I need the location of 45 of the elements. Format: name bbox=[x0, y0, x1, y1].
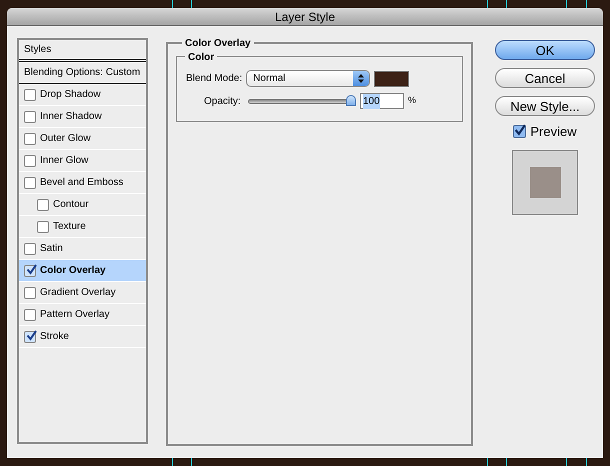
stepper-icon bbox=[353, 71, 370, 86]
check-icon bbox=[26, 264, 37, 274]
list-header: Styles bbox=[24, 43, 52, 57]
checkbox[interactable] bbox=[24, 176, 36, 188]
opacity-slider[interactable] bbox=[248, 95, 356, 107]
style-item[interactable]: Texture bbox=[19, 216, 146, 238]
opacity-label: Opacity: bbox=[204, 94, 242, 108]
dialog-button[interactable]: OK bbox=[495, 40, 595, 60]
style-item[interactable]: Drop Shadow bbox=[19, 84, 146, 106]
checkbox[interactable] bbox=[24, 132, 36, 144]
checkbox[interactable] bbox=[24, 286, 36, 298]
style-item[interactable]: Pattern Overlay bbox=[19, 304, 146, 326]
checkbox[interactable] bbox=[24, 88, 36, 100]
check-icon bbox=[514, 124, 526, 136]
checkbox[interactable] bbox=[24, 330, 36, 342]
dialog-button[interactable]: New Style... bbox=[495, 96, 595, 116]
style-item[interactable]: Bevel and Emboss bbox=[19, 172, 146, 194]
checkbox[interactable] bbox=[24, 110, 36, 122]
style-item[interactable]: Blending Options: Custom bbox=[19, 62, 146, 84]
preview-label: Preview bbox=[530, 123, 577, 141]
style-item[interactable]: Stroke bbox=[19, 326, 146, 348]
blend-mode-label: Blend Mode: bbox=[186, 72, 242, 86]
checkbox[interactable] bbox=[24, 264, 36, 276]
checkbox[interactable] bbox=[37, 198, 49, 210]
window-title: Layer Style bbox=[274, 8, 336, 26]
dialog-button[interactable]: Cancel bbox=[495, 68, 595, 88]
style-item[interactable]: Color Overlay bbox=[19, 260, 146, 282]
checkbox[interactable] bbox=[24, 154, 36, 166]
panel-title: Color Overlay bbox=[182, 36, 254, 51]
opacity-field[interactable]: 100 bbox=[360, 93, 404, 109]
slider-thumb[interactable] bbox=[346, 95, 356, 106]
style-item[interactable]: Gradient Overlay bbox=[19, 282, 146, 304]
checkbox[interactable] bbox=[513, 125, 526, 138]
checkbox[interactable] bbox=[24, 308, 36, 320]
checkbox[interactable] bbox=[37, 220, 49, 232]
style-item[interactable]: Inner Glow bbox=[19, 150, 146, 172]
style-item[interactable]: Outer Glow bbox=[19, 128, 146, 150]
blend-mode-select[interactable]: Normal bbox=[246, 70, 370, 87]
style-item[interactable]: Inner Shadow bbox=[19, 106, 146, 128]
checkbox[interactable] bbox=[24, 242, 36, 254]
color-swatch[interactable] bbox=[374, 70, 410, 86]
style-item[interactable]: Contour bbox=[19, 194, 146, 216]
percent-unit: % bbox=[408, 94, 416, 108]
check-icon bbox=[26, 330, 37, 340]
preview-swatch bbox=[530, 166, 560, 198]
